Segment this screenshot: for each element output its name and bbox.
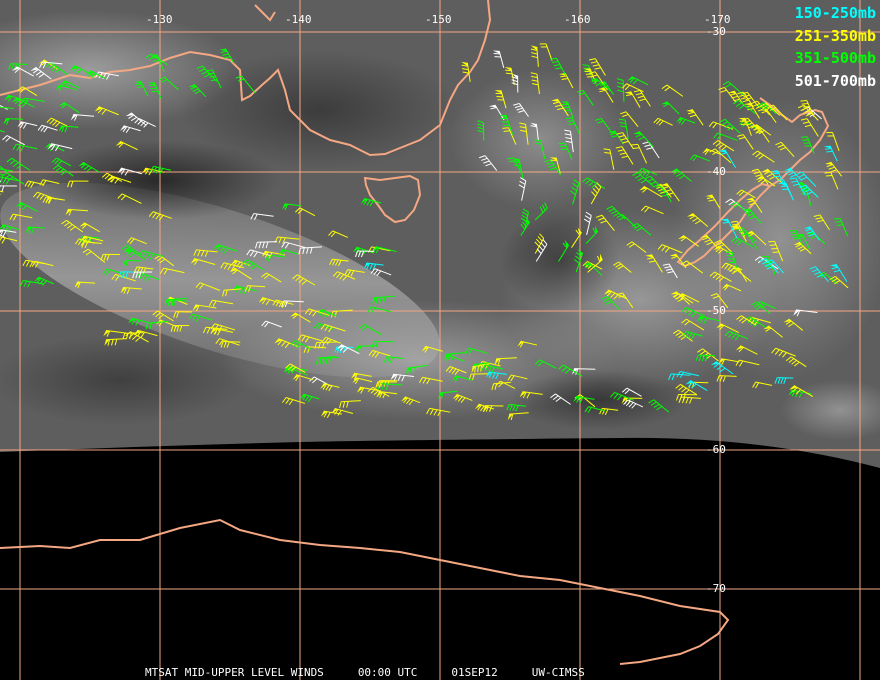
coastline-antarctica	[0, 518, 730, 665]
lat-label-60: -60	[706, 443, 726, 456]
image-caption: MTSAT MID-UPPER LEVEL WINDS 00:00 UTC 01SE…	[145, 666, 585, 679]
caption-time: 00:00 UTC	[357, 666, 418, 679]
lon-label-170: -170	[704, 13, 731, 26]
lon-label-150: -150	[425, 13, 452, 26]
lat-label-70: -70	[706, 582, 726, 595]
lat-label-50: -50	[706, 304, 726, 317]
caption-source: UW-CIMSS	[531, 666, 585, 679]
map-canvas	[0, 0, 880, 680]
lat-label-30: -30	[706, 25, 726, 38]
pressure-legend: 150-250mb 251-350mb 351-500mb 501-700mb	[795, 2, 876, 92]
lon-label-140: -140	[285, 13, 312, 26]
caption-product: MTSAT MID-UPPER LEVEL WINDS	[145, 666, 324, 679]
legend-item-251-350: 251-350mb	[794, 26, 876, 45]
legend-item-351-500: 351-500mb	[794, 49, 876, 67]
lat-label-40: -40	[706, 165, 726, 178]
legend-item-501-700: 501-700mb	[794, 71, 876, 90]
lon-label-130: -130	[146, 13, 173, 26]
lon-label-160: -160	[564, 13, 591, 26]
satellite-wind-map: -130 -140 -150 -160 -170 -30 -40 -50 -60…	[0, 0, 880, 680]
legend-item-150-250: 150-250mb	[794, 4, 876, 22]
caption-date: 01SEP12	[451, 666, 498, 679]
